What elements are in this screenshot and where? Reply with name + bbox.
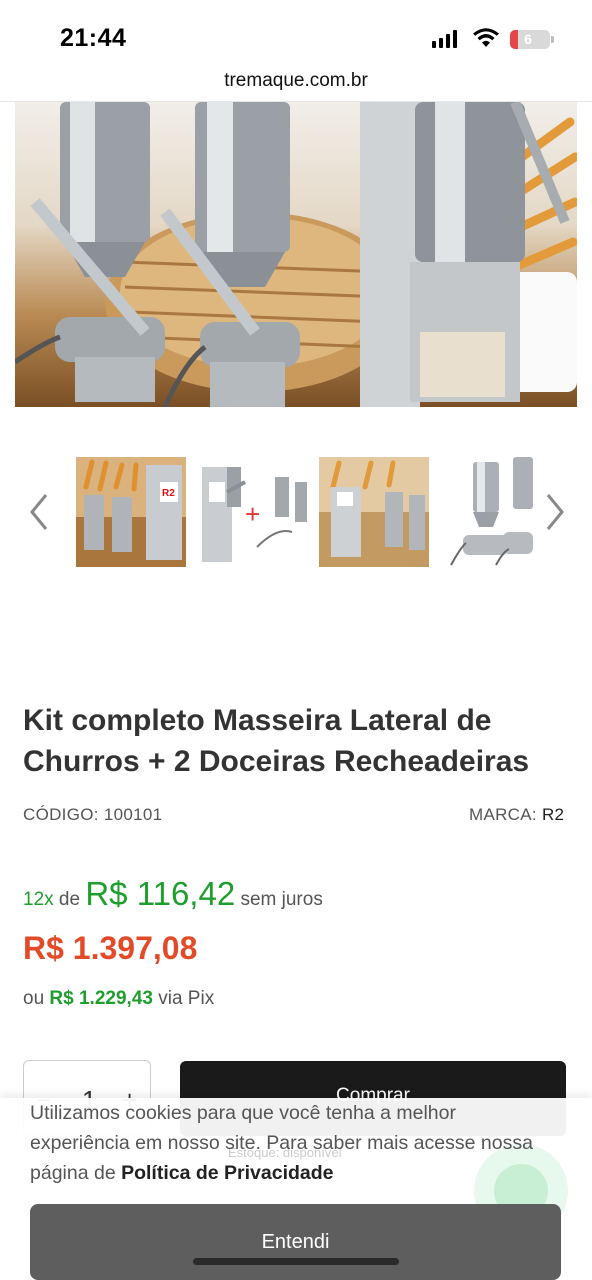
pix-price: ou R$ 1.229,43 via Pix [23,988,214,1010]
product-title: Kit completo Masseira Lateral de Churros… [23,704,530,778]
installments-count: 12x [23,889,54,910]
cookie-banner: Estoque: disponível Utilizamos cookies p… [0,1098,592,1280]
battery-level: 6 [524,31,532,47]
thumbnail-1[interactable]: R2 [76,457,186,567]
thumbnail-4[interactable] [441,457,536,567]
pix-value: R$ 1.229,43 [49,988,153,1009]
accept-cookies-button[interactable]: Entendi [30,1204,561,1280]
status-bar: 21:44 6 [0,0,592,64]
pix-suffix: via Pix [158,988,215,1009]
thumbnail-brand-badge: R2 [162,488,175,499]
thumbnail-carousel: R2 + [0,457,592,567]
product-brand-value: R2 [541,805,565,824]
product-brand-label: MARCA: [469,805,537,824]
installments-de: de [58,889,81,910]
thumbnail-3[interactable] [319,457,429,567]
status-time: 21:44 [60,24,127,52]
product-code-value: 100101 [103,805,163,824]
thumbnail-2[interactable]: + [197,457,307,567]
product-code: CÓDIGO: 100101 [23,805,162,825]
battery-icon: 6 [510,30,554,49]
pix-prefix: ou [23,988,45,1009]
chevron-left-icon[interactable] [24,487,54,537]
svg-text:+: + [245,499,260,529]
installments-info: 12x de R$ 116,42 sem juros [23,875,323,913]
product-main-image[interactable] [15,102,577,407]
cookie-message: Utilizamos cookies para que você tenha a… [30,1098,550,1188]
address-bar[interactable]: tremaque.com.br [0,64,592,102]
product-brand: MARCA: R2 [469,805,564,825]
chevron-right-icon[interactable] [540,487,570,537]
product-price: R$ 1.397,08 [23,930,198,966]
cellular-signal-icon [432,30,457,48]
wifi-icon [473,28,499,47]
installments-suffix: sem juros [240,889,323,910]
product-code-label: CÓDIGO: [23,805,99,824]
home-indicator[interactable] [193,1258,399,1265]
privacy-policy-link[interactable]: Política de Privacidade [121,1162,333,1184]
installment-value: R$ 116,42 [85,875,236,912]
